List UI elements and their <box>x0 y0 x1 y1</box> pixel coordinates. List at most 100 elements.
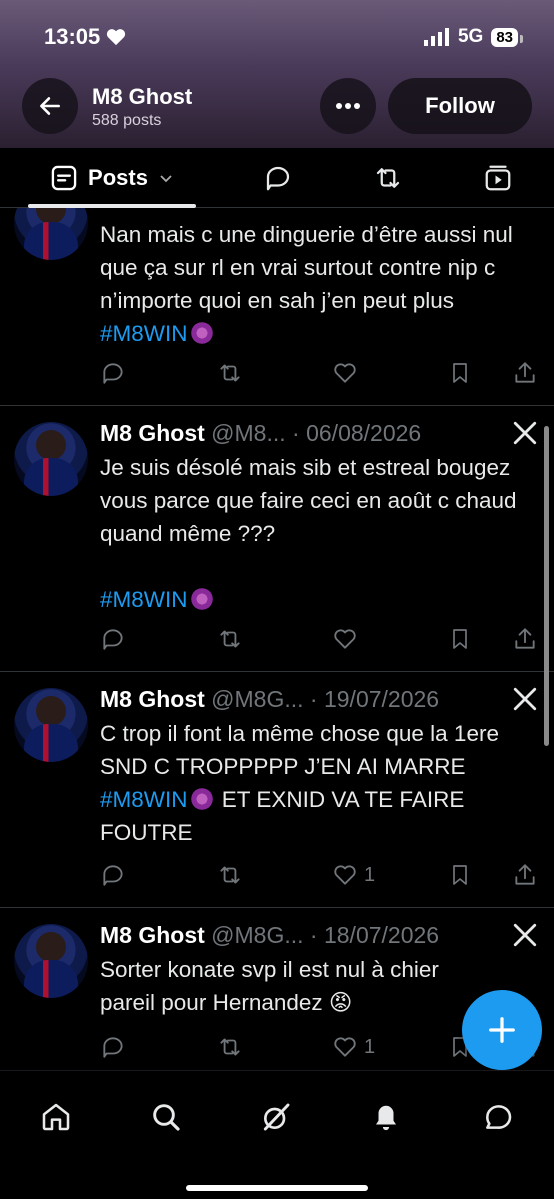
repost-icon <box>220 1038 240 1056</box>
more-icon <box>336 103 360 109</box>
hashtag-link[interactable]: #M8WIN <box>100 587 188 612</box>
like-button[interactable] <box>332 358 364 388</box>
status-bar: 13:05 5G 83 <box>0 22 554 52</box>
messages-icon <box>486 1105 512 1129</box>
signal-icon <box>423 28 449 46</box>
post-date: · 19/07/2026 <box>309 686 440 712</box>
post-item[interactable]: Nan mais c une dinguerie d’être aussi nu… <box>0 208 554 406</box>
bookmark-button[interactable] <box>448 358 472 388</box>
repost-button[interactable] <box>216 860 244 890</box>
notifications-icon <box>376 1105 396 1131</box>
scrollbar[interactable] <box>544 426 549 746</box>
share-icon <box>515 864 535 885</box>
author-handle: @M8... <box>211 420 286 446</box>
x-logo-icon <box>513 923 537 947</box>
like-icon <box>334 865 356 885</box>
replies-tab-icon <box>266 166 290 191</box>
tab-posts[interactable]: Posts <box>28 148 196 208</box>
tab-posts-label: Posts <box>88 165 148 190</box>
status-right: 5G 83 <box>423 26 523 48</box>
like-button[interactable]: 1 <box>332 1032 375 1062</box>
nav-messages[interactable] <box>480 1099 516 1135</box>
repost-icon <box>220 866 240 884</box>
header-row: M8 Ghost 588 posts Follow <box>0 78 554 134</box>
post-meta: M8 Ghost @M8G... · 18/07/2026 <box>100 922 439 949</box>
more-button[interactable] <box>320 78 376 134</box>
author-handle: @M8G... <box>211 686 304 712</box>
post-item[interactable]: M8 Ghost @M8G... · 19/07/2026 C trop il … <box>0 672 554 908</box>
avatar[interactable] <box>14 208 88 260</box>
post-text-body: Je suis désolé mais sib et estreal bouge… <box>100 455 517 546</box>
nav-notifications[interactable] <box>368 1099 404 1135</box>
home-icon <box>42 1103 70 1131</box>
hashflag-emblem-icon <box>187 788 216 810</box>
like-icon <box>334 629 356 649</box>
share-icon <box>515 628 535 649</box>
author-name[interactable]: M8 Ghost <box>100 922 205 948</box>
share-button[interactable] <box>512 624 538 654</box>
share-button[interactable] <box>512 358 538 388</box>
reposts-tab-icon <box>376 168 400 188</box>
hashtag-link[interactable]: #M8WIN <box>100 787 188 812</box>
share-button[interactable] <box>512 860 538 890</box>
post-actions: 1 <box>100 860 540 890</box>
reply-button[interactable] <box>100 860 126 890</box>
post-meta: M8 Ghost @M8G... · 19/07/2026 <box>100 686 439 713</box>
author-handle: @M8G... <box>211 922 304 948</box>
x-logo-icon <box>513 421 537 445</box>
home-indicator <box>186 1185 368 1191</box>
post-item[interactable]: M8 Ghost @M8... · 06/08/2026 Je suis dés… <box>0 406 554 672</box>
back-arrow-icon <box>40 97 60 115</box>
reply-icon <box>103 865 123 886</box>
tab-replies[interactable] <box>262 162 294 194</box>
reply-button[interactable] <box>100 358 126 388</box>
bottom-nav <box>0 1070 554 1199</box>
bookmark-icon <box>453 865 467 885</box>
search-icon <box>153 1104 180 1131</box>
repost-button[interactable] <box>216 358 244 388</box>
post-actions <box>100 624 540 654</box>
reply-button[interactable] <box>100 1032 126 1062</box>
post-meta: M8 Ghost @M8... · 06/08/2026 <box>100 420 421 447</box>
avatar[interactable] <box>14 924 88 998</box>
hashtag-link[interactable]: #M8WIN <box>100 321 188 346</box>
profile-header: 13:05 5G 83 M8 Ghost 588 posts Follow <box>0 0 554 148</box>
bookmark-button[interactable] <box>448 624 472 654</box>
like-button[interactable]: 1 <box>332 860 375 890</box>
post-text: Nan mais c une dinguerie d’être aussi nu… <box>100 218 530 350</box>
repost-button[interactable] <box>216 624 244 654</box>
compose-button[interactable] <box>462 990 542 1070</box>
back-button[interactable] <box>22 78 78 134</box>
profile-tabs: Posts <box>0 148 554 208</box>
post-text: Je suis désolé mais sib et estreal bouge… <box>100 451 530 616</box>
tab-reposts[interactable] <box>372 162 404 194</box>
avatar[interactable] <box>14 422 88 496</box>
header-title: M8 Ghost 588 posts <box>92 84 192 130</box>
posts-tab-icon <box>51 165 77 191</box>
post-text-body: C trop il font la même chose que la 1ere… <box>100 721 499 779</box>
tab-media[interactable] <box>482 162 514 194</box>
nav-grok[interactable] <box>258 1099 294 1135</box>
bookmark-icon <box>453 629 467 649</box>
like-button[interactable] <box>332 624 364 654</box>
grok-icon <box>263 1103 290 1131</box>
author-name[interactable]: M8 Ghost <box>100 420 205 446</box>
post-feed[interactable]: Nan mais c une dinguerie d’être aussi nu… <box>0 208 554 1070</box>
compose-icon <box>489 1017 515 1043</box>
nav-search[interactable] <box>148 1099 184 1135</box>
author-name[interactable]: M8 Ghost <box>100 686 205 712</box>
post-count: 588 posts <box>92 112 162 129</box>
battery-icon: 83 <box>491 27 523 47</box>
network-label: 5G <box>457 26 484 47</box>
avatar[interactable] <box>14 688 88 762</box>
clock: 13:05 <box>44 24 101 49</box>
nav-home[interactable] <box>38 1099 74 1135</box>
follow-button[interactable]: Follow <box>388 78 532 134</box>
reply-button[interactable] <box>100 624 126 654</box>
reply-icon <box>103 363 123 384</box>
post-text: C trop il font la même chose que la 1ere… <box>100 717 530 849</box>
like-count: 1 <box>364 1035 376 1058</box>
post-date: · 18/07/2026 <box>309 922 440 948</box>
repost-button[interactable] <box>216 1032 244 1062</box>
bookmark-button[interactable] <box>448 860 472 890</box>
